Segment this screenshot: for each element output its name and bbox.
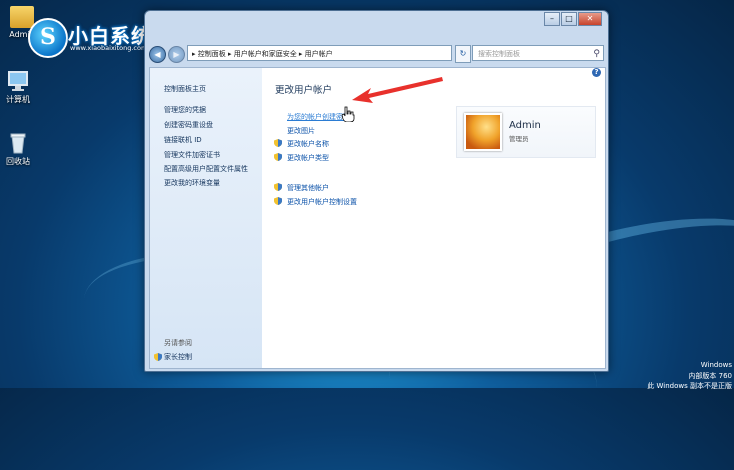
search-input[interactable]: 搜索控制面板 ⚲ bbox=[472, 45, 604, 61]
search-icon[interactable]: ⚲ bbox=[593, 46, 600, 62]
back-button[interactable]: ◀ bbox=[149, 45, 166, 63]
search-placeholder: 搜索控制面板 bbox=[478, 50, 520, 58]
sidebar-item-online-id[interactable]: 链接联机 ID bbox=[164, 135, 202, 145]
task-change-type[interactable]: 更改帐户类型 bbox=[287, 153, 329, 163]
forward-button[interactable]: ▶ bbox=[168, 45, 185, 63]
sidebar-item-home[interactable]: 控制面板主页 bbox=[164, 84, 206, 94]
sidebar-item-profile-props[interactable]: 配置高级用户配置文件属性 bbox=[164, 164, 248, 174]
account-role: 管理员 bbox=[509, 135, 529, 143]
account-card: Admin 管理员 bbox=[456, 106, 596, 158]
sidebar-item-credentials[interactable]: 管理您的凭据 bbox=[164, 105, 206, 115]
sidebar-item-parental-controls[interactable]: 家长控制 bbox=[164, 352, 192, 362]
window-content: 控制面板主页 管理您的凭据 创建密码重设盘 链接联机 ID 管理文件加密证书 配… bbox=[149, 67, 606, 369]
page-title: 更改用户帐户 bbox=[275, 85, 333, 96]
windows-build-line2: 内部版本 760 bbox=[688, 372, 732, 380]
shield-icon bbox=[154, 353, 162, 361]
desktop-icon-label: 回收站 bbox=[6, 157, 30, 166]
hand-cursor-icon bbox=[341, 106, 355, 122]
computer-icon bbox=[6, 70, 30, 92]
windows-build-line3: 此 Windows 副本不是正版 bbox=[647, 382, 732, 390]
windows-build-line1: Windows bbox=[700, 361, 732, 369]
navigation-bar: ◀ ▶ ▸ 控制面板 ▸ 用户帐户和家庭安全 ▸ 用户帐户 ↻ 搜索控制面板 ⚲ bbox=[149, 45, 604, 63]
avatar bbox=[464, 113, 502, 151]
watermark-url: www.xiaobaixitong.com bbox=[70, 44, 148, 52]
shield-icon bbox=[274, 153, 282, 161]
sidebar-item-env-vars[interactable]: 更改我的环境变量 bbox=[164, 178, 220, 188]
close-button[interactable]: ✕ bbox=[578, 12, 602, 26]
desktop-icon-label: 计算机 bbox=[6, 95, 30, 104]
sidebar-item-encryption-cert[interactable]: 管理文件加密证书 bbox=[164, 150, 220, 160]
control-panel-window: – □ ✕ ◀ ▶ ▸ 控制面板 ▸ 用户帐户和家庭安全 ▸ 用户帐户 ↻ 搜索… bbox=[144, 10, 609, 372]
task-uac-settings[interactable]: 更改用户帐户控制设置 bbox=[287, 197, 357, 207]
main-panel: ? 更改用户帐户 为您的帐户创建密码 更改图片 更改帐户名称 更改帐户类型 管理… bbox=[262, 68, 605, 368]
desktop-icon-recycle-bin[interactable]: 回收站 bbox=[0, 132, 38, 167]
account-name: Admin bbox=[509, 120, 541, 131]
desktop-icon-computer[interactable]: 计算机 bbox=[0, 70, 38, 105]
shield-icon bbox=[274, 183, 282, 191]
see-also-heading: 另请参阅 bbox=[164, 339, 192, 347]
watermark-logo: S bbox=[28, 18, 68, 58]
recycle-bin-icon bbox=[6, 132, 30, 154]
refresh-button[interactable]: ↻ bbox=[455, 45, 471, 63]
task-manage-other-accounts[interactable]: 管理其他帐户 bbox=[287, 183, 329, 193]
task-change-picture[interactable]: 更改图片 bbox=[287, 126, 315, 136]
address-bar[interactable]: ▸ 控制面板 ▸ 用户帐户和家庭安全 ▸ 用户帐户 bbox=[187, 45, 452, 61]
annotation-arrow-icon bbox=[352, 77, 443, 103]
window-caption-buttons: – □ ✕ bbox=[544, 12, 602, 26]
maximize-button[interactable]: □ bbox=[561, 12, 577, 26]
shield-icon bbox=[274, 139, 282, 147]
minimize-button[interactable]: – bbox=[544, 12, 560, 26]
task-change-name[interactable]: 更改帐户名称 bbox=[287, 139, 329, 149]
help-icon[interactable]: ? bbox=[592, 68, 601, 77]
sidebar: 控制面板主页 管理您的凭据 创建密码重设盘 链接联机 ID 管理文件加密证书 配… bbox=[150, 68, 262, 368]
shield-icon bbox=[274, 197, 282, 205]
sidebar-item-reset-disk[interactable]: 创建密码重设盘 bbox=[164, 120, 213, 130]
